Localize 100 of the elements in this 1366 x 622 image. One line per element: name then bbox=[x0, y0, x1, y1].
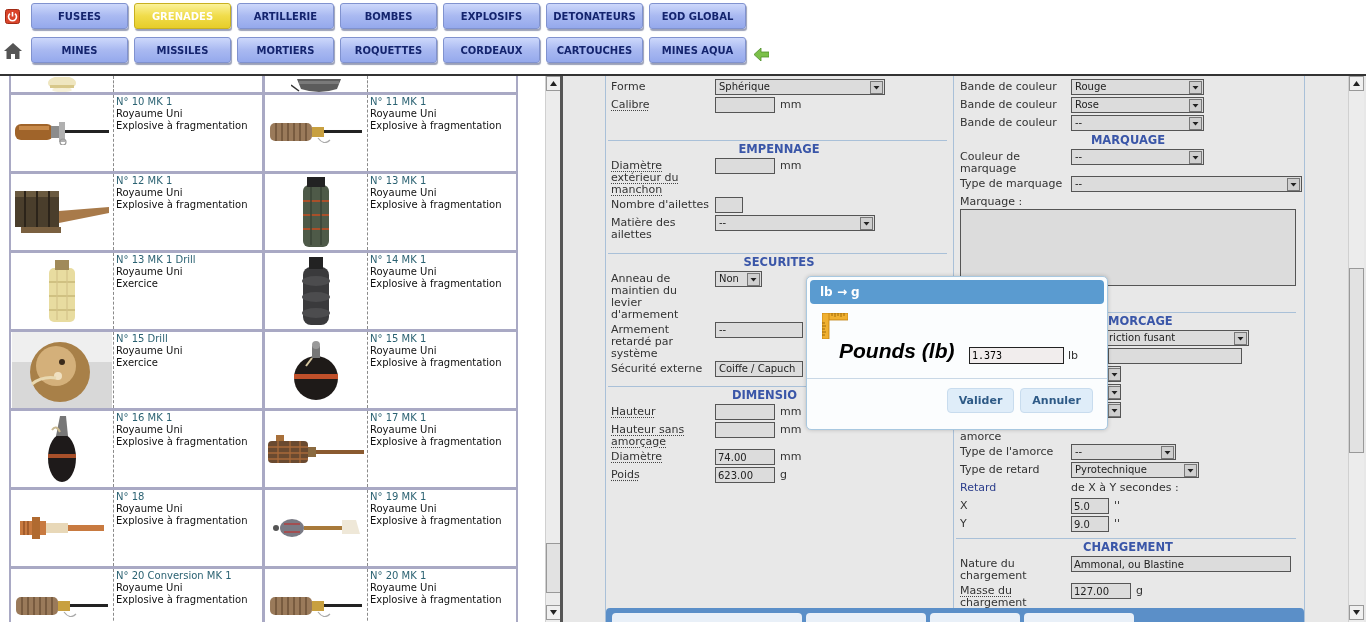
item-country: Royaume Uni bbox=[116, 424, 184, 436]
home-icon[interactable] bbox=[3, 41, 22, 59]
input-field[interactable]: 9.0 bbox=[1071, 516, 1109, 532]
input-field[interactable] bbox=[1108, 348, 1242, 364]
field-label: Anneau de maintien du levier d'armement bbox=[611, 271, 680, 321]
nav-button[interactable]: MISSILES bbox=[134, 37, 231, 63]
section-heading: EMPENNAGE bbox=[738, 141, 820, 157]
dropdown[interactable]: Rose bbox=[1071, 97, 1204, 113]
item-link[interactable]: N° 20 Conversion MK 1 bbox=[116, 570, 248, 582]
scroll-down-icon[interactable] bbox=[1349, 605, 1364, 620]
field-label: Poids bbox=[611, 467, 641, 481]
item-category: Explosive à fragmentation bbox=[116, 594, 248, 606]
input-field[interactable] bbox=[715, 197, 743, 213]
item-link[interactable]: N° 11 MK 1 bbox=[370, 96, 502, 108]
input-field[interactable] bbox=[715, 404, 775, 420]
dropdown[interactable]: Non bbox=[715, 271, 762, 287]
text-area[interactable] bbox=[960, 209, 1296, 286]
nav-button[interactable]: MINES bbox=[31, 37, 128, 63]
input-field[interactable]: 74.00 bbox=[715, 449, 775, 465]
item-link[interactable]: N° 17 MK 1 bbox=[370, 412, 502, 424]
item-country: Royaume Uni bbox=[116, 266, 184, 278]
item-link[interactable]: N° 10 MK 1 bbox=[116, 96, 248, 108]
dropdown[interactable]: -- bbox=[1071, 149, 1204, 165]
field-label: Bande de couleur bbox=[960, 115, 1058, 129]
scrollbar-thumb[interactable] bbox=[1349, 268, 1364, 453]
field-label: Calibre bbox=[611, 97, 651, 111]
item-category: Exercice bbox=[116, 357, 159, 369]
scroll-down-icon[interactable] bbox=[546, 605, 560, 620]
dropdown[interactable]: -- bbox=[715, 215, 875, 231]
item-link[interactable]: N° 19 MK 1 bbox=[370, 491, 502, 503]
field-label: Hauteur sans amorçage bbox=[611, 422, 686, 448]
dropdown[interactable]: Rouge bbox=[1071, 79, 1204, 95]
item-category: Explosive à fragmentation bbox=[116, 515, 248, 527]
nav-button[interactable]: DETONATEURS bbox=[546, 3, 643, 29]
item-country: Royaume Uni bbox=[116, 503, 184, 515]
item-country: Royaume Uni bbox=[370, 424, 438, 436]
item-link[interactable]: N° 13 MK 1 bbox=[370, 175, 502, 187]
item-link[interactable]: N° 18 bbox=[116, 491, 248, 503]
dialog-button[interactable]: Valider bbox=[946, 388, 1015, 413]
power-icon[interactable] bbox=[5, 8, 20, 24]
dropdown[interactable]: Pyrotechnique bbox=[1071, 462, 1199, 478]
field-label: Matière des ailettes bbox=[611, 215, 677, 241]
nav-button[interactable]: FUSEES bbox=[31, 3, 128, 29]
input-field[interactable] bbox=[715, 422, 775, 438]
dropdown[interactable]: -- bbox=[1071, 176, 1302, 192]
item-link[interactable]: N° 20 MK 1 bbox=[370, 570, 502, 582]
dialog-button[interactable]: Annuler bbox=[1020, 388, 1093, 413]
item-link[interactable]: N° 15 MK 1 bbox=[370, 333, 502, 345]
item-category: Exercice bbox=[116, 278, 159, 290]
item-country: Royaume Uni bbox=[116, 345, 183, 357]
back-arrow-icon[interactable] bbox=[754, 47, 769, 61]
item-category: Explosive à fragmentation bbox=[116, 120, 248, 132]
item-link[interactable]: N° 15 Drill bbox=[116, 333, 183, 345]
unit-label: mm bbox=[779, 422, 802, 436]
scroll-up-icon[interactable] bbox=[546, 76, 560, 91]
item-link[interactable]: N° 16 MK 1 bbox=[116, 412, 248, 424]
ruler-icon bbox=[822, 313, 848, 339]
section-heading: SECURITES bbox=[743, 254, 815, 270]
dropdown[interactable]: riction fusant bbox=[1107, 330, 1249, 346]
nav-button[interactable]: EOD GLOBAL bbox=[649, 3, 746, 29]
section-heading: CHARGEMENT bbox=[1083, 539, 1173, 555]
unit-label: g bbox=[1135, 583, 1143, 597]
field-label: Marquage : bbox=[960, 194, 1023, 208]
item-country: Royaume Uni bbox=[370, 503, 438, 515]
nav-button[interactable]: MINES AQUA bbox=[649, 37, 746, 63]
scrollbar[interactable] bbox=[1348, 76, 1364, 622]
nav-button[interactable]: CORDEAUX bbox=[443, 37, 540, 63]
input-field[interactable]: 127.00 bbox=[1071, 583, 1131, 599]
unit-label: mm bbox=[779, 404, 802, 418]
item-country: Royaume Uni bbox=[370, 266, 438, 278]
input-field[interactable]: 5.0 bbox=[1071, 498, 1109, 514]
input-field[interactable] bbox=[715, 158, 775, 174]
scrollbar[interactable] bbox=[545, 76, 560, 622]
input-field[interactable]: 623.00 bbox=[715, 467, 775, 483]
item-country: Royaume Uni bbox=[116, 187, 184, 199]
item-link[interactable]: N° 13 MK 1 Drill bbox=[116, 254, 196, 266]
nav-button[interactable]: EXPLOSIFS bbox=[443, 3, 540, 29]
nav-button[interactable]: BOMBES bbox=[340, 3, 437, 29]
dropdown[interactable]: Coiffe / Capuch bbox=[715, 361, 803, 377]
scroll-up-icon[interactable] bbox=[1349, 76, 1364, 91]
section-heading: DIMENSIO bbox=[732, 387, 798, 403]
item-category: Explosive à fragmentation bbox=[370, 515, 502, 527]
dropdown[interactable]: -- bbox=[715, 322, 803, 338]
scrollbar-thumb[interactable] bbox=[546, 543, 560, 593]
dropdown[interactable]: Sphérique bbox=[715, 79, 885, 95]
nav-button[interactable]: CARTOUCHES bbox=[546, 37, 643, 63]
item-category: Explosive à fragmentation bbox=[370, 594, 502, 606]
input-field[interactable]: Ammonal, ou Blastine bbox=[1071, 556, 1291, 572]
input-field[interactable] bbox=[715, 97, 775, 113]
field-label: Type de retard bbox=[960, 462, 1041, 476]
item-category: Explosive à fragmentation bbox=[370, 120, 502, 132]
item-link[interactable]: N° 12 MK 1 bbox=[116, 175, 248, 187]
section-heading: MARQUAGE bbox=[1090, 132, 1166, 148]
nav-button[interactable]: MORTIERS bbox=[237, 37, 334, 63]
item-link[interactable]: N° 14 MK 1 bbox=[370, 254, 502, 266]
input-field[interactable]: 1.373 bbox=[969, 347, 1064, 364]
nav-button[interactable]: ARTILLERIE bbox=[237, 3, 334, 29]
nav-button[interactable]: ROQUETTES bbox=[340, 37, 437, 63]
dropdown[interactable]: -- bbox=[1071, 115, 1204, 131]
dropdown[interactable]: -- bbox=[1071, 444, 1176, 460]
